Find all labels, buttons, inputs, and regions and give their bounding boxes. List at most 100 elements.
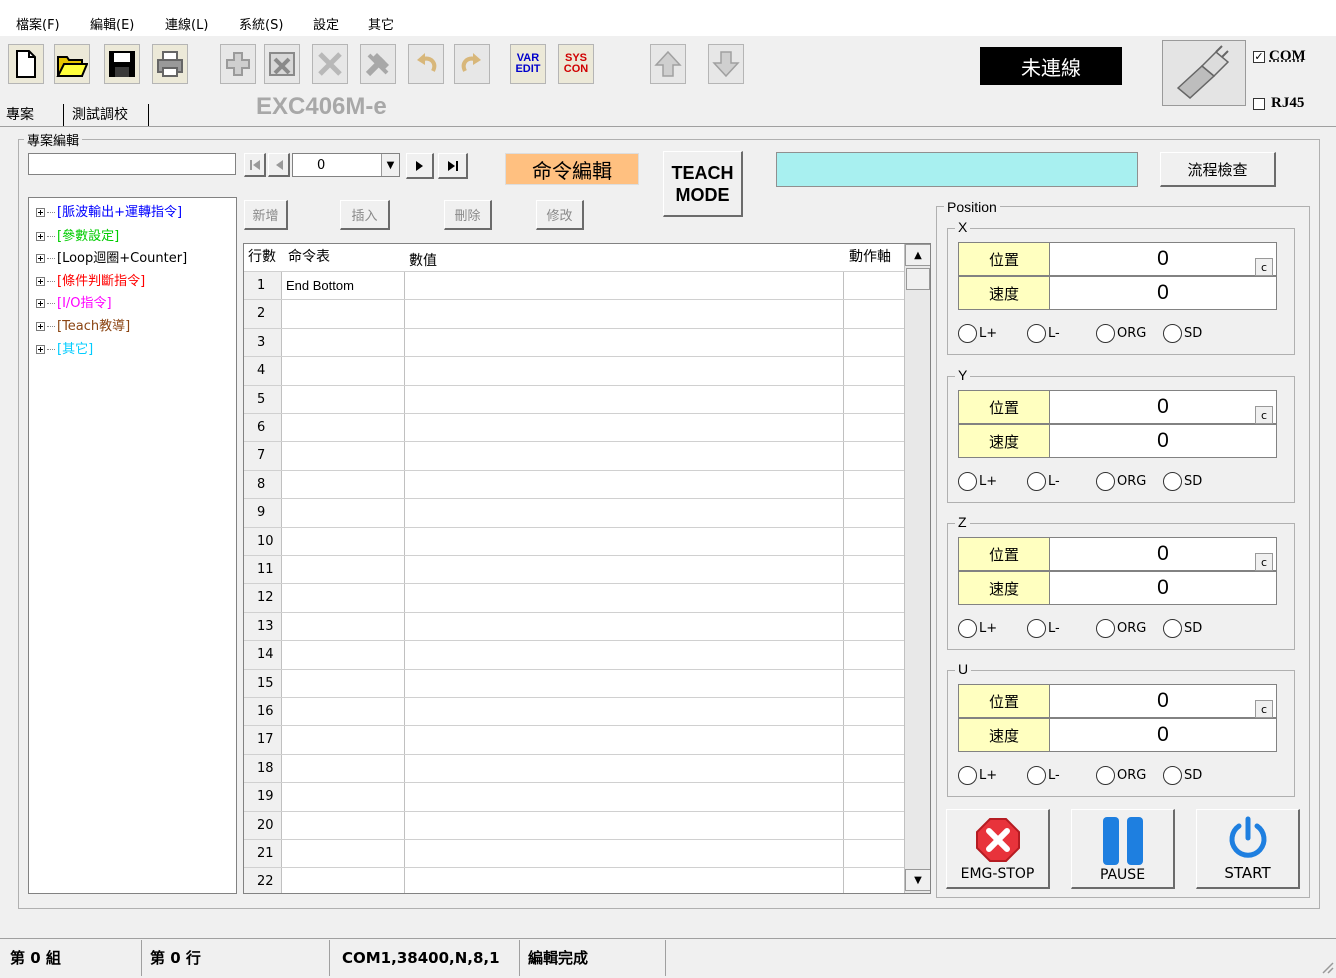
connect-button[interactable] (1162, 40, 1246, 106)
table-row[interactable]: 21 (244, 839, 904, 868)
tree-item-condition[interactable]: [條件判斷指令] (36, 270, 145, 294)
add-button[interactable] (220, 44, 256, 84)
row-axis[interactable] (844, 812, 904, 840)
table-row[interactable]: 16 (244, 697, 904, 726)
row-axis[interactable] (844, 840, 904, 868)
row-value[interactable] (405, 612, 844, 641)
prev-record-button[interactable] (268, 153, 290, 177)
row-axis[interactable] (844, 357, 904, 385)
teach-mode-button[interactable]: TEACH MODE (663, 151, 743, 217)
row-value[interactable] (405, 698, 844, 726)
row-value[interactable] (405, 300, 844, 329)
tree-item-pulse[interactable]: [脈波輸出+運轉指令] (36, 201, 182, 225)
undo-button[interactable] (408, 44, 444, 84)
tree-item-teach[interactable]: [Teach教導] (36, 315, 130, 339)
table-row[interactable]: 5 (244, 384, 904, 414)
table-row[interactable]: 20 (244, 810, 904, 840)
table-row[interactable]: 14 (244, 640, 904, 670)
clear-position-button[interactable]: c (1255, 406, 1273, 424)
row-axis[interactable] (844, 471, 904, 499)
row-value[interactable] (405, 499, 844, 528)
tree-item-params[interactable]: [參數設定] (36, 225, 119, 249)
column-header-line[interactable]: 行數 (244, 244, 282, 271)
sys-con-button[interactable]: SYS CON (558, 44, 594, 84)
row-command[interactable] (282, 698, 405, 726)
tree-item-other[interactable]: [其它] (36, 338, 93, 362)
grid-scrollbar[interactable]: ▲ ▼ (904, 244, 930, 893)
row-command[interactable] (282, 300, 405, 329)
row-command[interactable]: End Bottom (282, 272, 405, 300)
row-value[interactable] (405, 641, 844, 670)
row-value[interactable] (405, 726, 844, 755)
row-value[interactable] (405, 328, 844, 357)
row-value[interactable] (405, 272, 844, 300)
menu-file[interactable]: 檔案(F) (16, 14, 60, 33)
row-command[interactable] (282, 811, 405, 840)
menu-other[interactable]: 其它 (368, 14, 394, 33)
resize-grip[interactable] (1318, 958, 1334, 974)
pause-button[interactable]: PAUSE (1071, 809, 1175, 889)
row-command[interactable] (282, 556, 405, 584)
row-command[interactable] (282, 442, 405, 471)
row-command[interactable] (282, 840, 405, 868)
table-row[interactable]: 18 (244, 753, 904, 783)
row-command[interactable] (282, 612, 405, 641)
tools-button[interactable] (360, 44, 396, 84)
save-button[interactable] (104, 44, 140, 84)
row-axis[interactable] (844, 641, 904, 669)
flow-check-button[interactable]: 流程檢查 (1160, 152, 1276, 187)
row-command[interactable] (282, 328, 405, 357)
row-axis[interactable] (844, 442, 904, 470)
redo-button[interactable] (454, 44, 490, 84)
row-value[interactable] (405, 783, 844, 812)
move-down-button[interactable] (708, 44, 744, 84)
row-value[interactable] (405, 840, 844, 868)
row-command[interactable] (282, 641, 405, 670)
print-button[interactable] (152, 44, 188, 84)
delete-window-button[interactable] (264, 44, 300, 84)
add-command-button[interactable]: 新增 (244, 200, 288, 230)
row-value[interactable] (405, 584, 844, 613)
new-file-button[interactable] (8, 44, 44, 84)
row-value[interactable] (405, 442, 844, 471)
row-value[interactable] (405, 385, 844, 414)
project-name-input[interactable] (28, 153, 236, 175)
row-command[interactable] (282, 754, 405, 783)
row-axis[interactable] (844, 386, 904, 414)
row-axis[interactable] (844, 783, 904, 811)
table-row[interactable]: 9 (244, 498, 904, 528)
table-row[interactable]: 22 (244, 867, 904, 893)
row-value[interactable] (405, 470, 844, 499)
scroll-down-button[interactable]: ▼ (905, 869, 930, 891)
cancel-button[interactable] (312, 44, 348, 84)
table-row[interactable]: 8 (244, 469, 904, 499)
row-axis[interactable] (844, 698, 904, 726)
table-row[interactable]: 13 (244, 611, 904, 641)
clear-position-button[interactable]: c (1255, 258, 1273, 276)
row-value[interactable] (405, 754, 844, 783)
menu-settings[interactable]: 設定 (313, 14, 339, 33)
row-axis[interactable] (844, 613, 904, 641)
table-row[interactable]: 7 (244, 441, 904, 471)
row-command[interactable] (282, 357, 405, 386)
table-row[interactable]: 10 (244, 526, 904, 556)
clear-position-button[interactable]: c (1255, 553, 1273, 571)
table-row[interactable]: 4 (244, 356, 904, 386)
row-value[interactable] (405, 556, 844, 584)
delete-command-button[interactable]: 刪除 (444, 200, 492, 230)
row-command[interactable] (282, 868, 405, 893)
row-axis[interactable] (844, 329, 904, 357)
last-record-button[interactable] (438, 153, 468, 179)
table-row[interactable]: 6 (244, 413, 904, 442)
row-axis[interactable] (844, 528, 904, 556)
table-row[interactable]: 1 End Bottom (244, 271, 904, 300)
column-header-axis[interactable]: 動作軸 (845, 244, 905, 271)
table-row[interactable]: 11 (244, 555, 904, 584)
clear-position-button[interactable]: c (1255, 700, 1273, 718)
row-command[interactable] (282, 584, 405, 613)
row-command[interactable] (282, 499, 405, 528)
row-axis[interactable] (844, 414, 904, 442)
table-row[interactable]: 19 (244, 782, 904, 812)
tab-project[interactable]: 專案 (0, 104, 40, 126)
tree-item-io[interactable]: [I/O指令] (36, 292, 112, 316)
